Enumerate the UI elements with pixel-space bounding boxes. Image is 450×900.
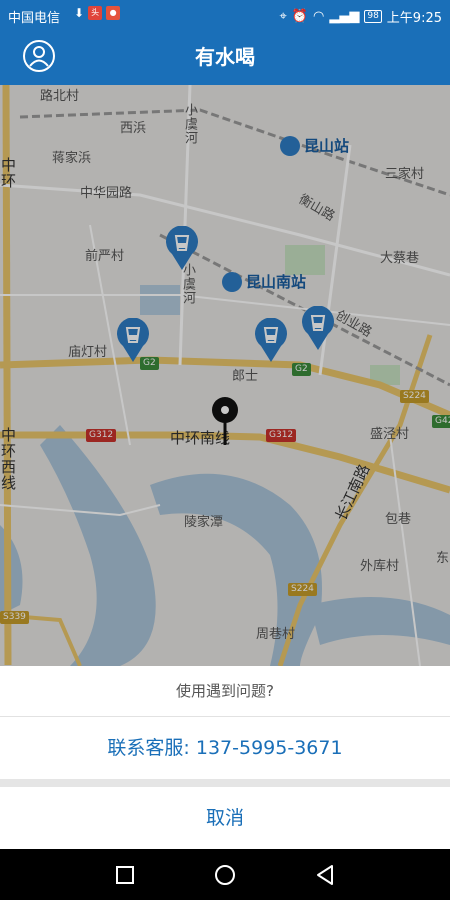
water-station-marker[interactable] [164, 225, 200, 270]
system-nav-bar [0, 849, 450, 900]
train-station-label: 昆山南站 [222, 271, 306, 292]
map-label: 蒋家浜 [52, 151, 92, 166]
contact-service-button[interactable]: 联系客服: 137-5995-3671 [0, 717, 450, 779]
location-icon: ⌖ [279, 9, 287, 24]
train-station-icon [222, 271, 242, 292]
map-label: 中华园路 [80, 186, 133, 201]
action-sheet: 使用遇到问题? 联系客服: 137-5995-3671 取消 [0, 666, 450, 849]
sheet-prompt: 使用遇到问题? [176, 682, 274, 700]
road-shield: G42 [432, 415, 450, 428]
app-notification-icon: 头 [88, 6, 103, 20]
current-location-marker [211, 397, 239, 447]
map-label: 盛泾村 [370, 427, 410, 442]
map-label: 三家村 [385, 167, 425, 182]
signal-icon: ▂▄▆ [329, 9, 360, 24]
map-view[interactable]: 路北村 西浜 蒋家浜 中华园路 前严村 庙灯村 三家村 衡山路 大蔡巷 创业路 … [0, 85, 450, 666]
map-label-road: 中环 [0, 157, 17, 189]
app-header: 有水喝 [0, 30, 450, 85]
water-station-marker[interactable] [115, 317, 151, 362]
road-shield: G2 [292, 363, 311, 376]
water-station-marker[interactable] [253, 317, 289, 362]
carrier-name: 中国电信 [8, 11, 61, 26]
map-label: 包巷 [385, 512, 412, 527]
map-label: 庙灯村 [68, 345, 108, 360]
map-label: 前严村 [85, 249, 125, 264]
cancel-button[interactable]: 取消 [0, 787, 450, 849]
road-shield: S224 [400, 390, 429, 403]
map-label: 周巷村 [256, 627, 296, 642]
map-label: 西浜 [120, 121, 147, 136]
train-station-icon [280, 135, 300, 156]
user-icon[interactable] [22, 39, 56, 73]
page-title: 有水喝 [195, 45, 255, 69]
road-shield: G312 [266, 429, 297, 442]
alarm-icon: ⏰ [291, 9, 308, 24]
map-label: 大蔡巷 [380, 251, 420, 266]
status-bar: 中国电信 ⬇ 头 ● ⌖ ⏰ ◠ ▂▄▆ 98 上午9:25 [0, 0, 450, 30]
wifi-icon: ◠ [313, 9, 325, 24]
map-label: 东 [436, 551, 450, 566]
location-notification-icon: ● [106, 6, 121, 20]
home-circle-icon[interactable] [213, 863, 237, 887]
recents-square-icon[interactable] [113, 863, 137, 887]
divider [0, 779, 450, 787]
road-shield: S224 [288, 583, 317, 596]
map-label: 郎士 [232, 369, 259, 384]
road-shield: G312 [86, 429, 117, 442]
map-label-river: 小虞河 [182, 103, 197, 145]
map-label-road: 中环西线 [0, 427, 17, 491]
water-station-marker[interactable] [300, 305, 336, 350]
road-shield: S339 [0, 611, 29, 624]
download-icon: ⬇ [74, 6, 85, 20]
clock: 上午9:25 [386, 11, 442, 26]
status-right: ⌖ ⏰ ◠ ▂▄▆ 98 上午9:25 [279, 7, 442, 26]
battery-icon: 98 [364, 10, 382, 23]
train-station-label: 昆山站 [280, 135, 349, 156]
map-label: 路北村 [40, 89, 80, 104]
map-label: 陵家潭 [184, 515, 224, 530]
back-triangle-icon[interactable] [313, 863, 337, 887]
notification-icons: ⬇ 头 ● [74, 6, 121, 20]
map-label: 外库村 [360, 559, 400, 574]
